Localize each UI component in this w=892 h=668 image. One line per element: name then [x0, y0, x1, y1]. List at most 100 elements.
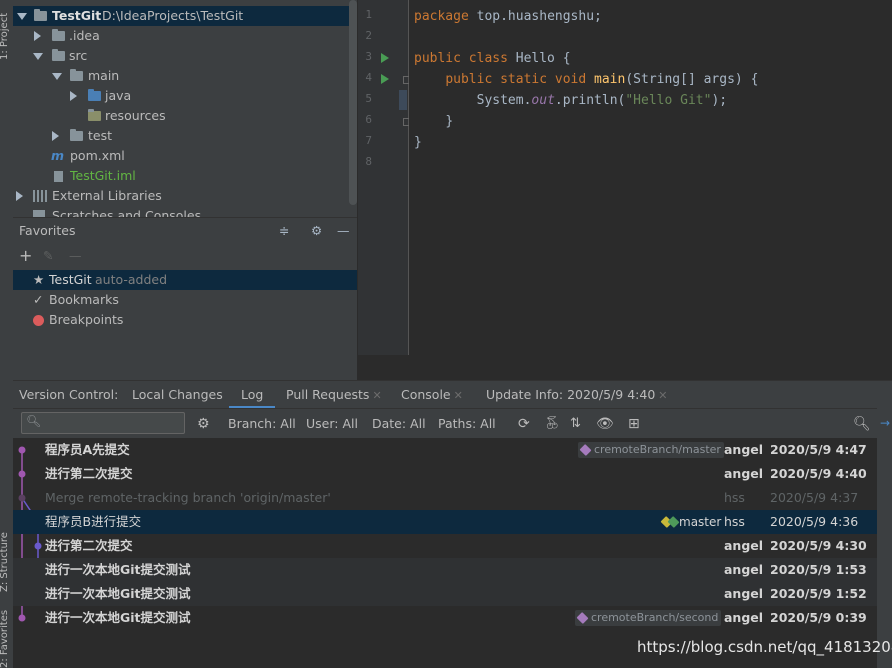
- date-filter[interactable]: Date: All: [372, 409, 426, 439]
- arrow-right-icon[interactable]: →: [880, 416, 890, 430]
- commit-date: 2020/5/9 4:37: [770, 490, 859, 505]
- line-number: 2: [365, 29, 372, 42]
- libraries-icon: [33, 190, 47, 202]
- code-text: Hello {: [507, 51, 571, 66]
- log-toolbar: 🔍︎ ⚙ Branch: All User: All Date: All Pat…: [13, 408, 877, 439]
- commit-row-selected[interactable]: 程序员B进行提交 master hss 2020/5/9 4:36: [13, 510, 877, 534]
- chevron-right-icon[interactable]: [34, 31, 41, 41]
- structure-tool-tab[interactable]: Z: Structure: [0, 520, 13, 592]
- code-keyword: public class: [414, 51, 508, 66]
- user-filter[interactable]: User: All: [306, 409, 358, 439]
- cherry-pick-icon[interactable]: 🍒︎: [544, 409, 561, 439]
- tree-item-pom[interactable]: m pom.xml: [13, 146, 357, 166]
- watermark: https://blog.csdn.net/qq_41813208: [637, 638, 892, 656]
- minimize-icon[interactable]: —: [337, 218, 350, 243]
- tree-item-label: resources: [105, 108, 166, 123]
- code-string: "Hello Git": [625, 93, 712, 108]
- commit-row[interactable]: 进行一次本地Git提交测试 angel 2020/5/9 1:52: [13, 582, 877, 606]
- line-number: 6: [365, 113, 372, 126]
- sort-icon[interactable]: ⇅: [570, 409, 581, 439]
- favorite-item-breakpoints[interactable]: Breakpoints: [13, 310, 357, 330]
- tab-local-changes[interactable]: Local Changes: [132, 381, 223, 409]
- tab-log[interactable]: Log: [229, 381, 276, 409]
- tree-item-root[interactable]: TestGit D:\IdeaProjects\TestGit: [13, 6, 357, 26]
- chevron-right-icon[interactable]: [16, 191, 23, 201]
- branch-filter[interactable]: Branch: All: [228, 409, 296, 439]
- code-editor[interactable]: package top.huashengshu; public class He…: [409, 0, 892, 355]
- favorites-header: Favorites ≑ ⚙ —: [13, 218, 357, 243]
- commit-row[interactable]: 进行一次本地Git提交测试 angel 2020/5/9 1:53: [13, 558, 877, 582]
- remove-icon[interactable]: —: [69, 246, 82, 266]
- graph-options-icon[interactable]: ⊞: [628, 409, 640, 439]
- line-number: 5: [365, 92, 372, 105]
- edit-icon[interactable]: ✎: [43, 246, 53, 266]
- commit-author: angel: [724, 610, 764, 625]
- chevron-right-icon[interactable]: [52, 131, 59, 141]
- commit-message: 进行第二次提交: [45, 466, 133, 481]
- search-input[interactable]: 🔍︎: [21, 412, 185, 434]
- tree-item-resources[interactable]: resources: [13, 106, 357, 126]
- favorites-title: Favorites: [19, 223, 76, 238]
- run-class-icon[interactable]: [381, 53, 389, 63]
- tree-item-label: .idea: [69, 28, 100, 43]
- branch-ref-label: cremoteBranch/second: [591, 611, 719, 624]
- add-icon[interactable]: +: [19, 246, 32, 266]
- commit-row[interactable]: Merge remote-tracking branch 'origin/mas…: [13, 486, 877, 510]
- favorites-tool-tab[interactable]: 2: Favorites: [0, 606, 13, 668]
- close-icon[interactable]: ✕: [454, 389, 463, 402]
- branch-ref-label: master: [679, 515, 722, 529]
- tree-item-iml[interactable]: TestGit.iml: [13, 166, 357, 186]
- project-tool-tab[interactable]: 1: Project: [0, 0, 13, 60]
- collapse-icon[interactable]: ≑: [279, 218, 289, 243]
- tab-label: Update Info: 2020/5/9 4:40: [486, 387, 656, 402]
- tree-item-idea[interactable]: .idea: [13, 26, 357, 46]
- code-keyword: public static void: [445, 72, 587, 87]
- branch-ref: cremoteBranch/master: [578, 442, 724, 458]
- tag-icon: [579, 443, 592, 457]
- tree-item-java[interactable]: java: [13, 86, 357, 106]
- chevron-down-icon[interactable]: [33, 53, 43, 60]
- gear-icon[interactable]: ⚙: [311, 218, 322, 243]
- editor-bottom-space: [358, 355, 892, 380]
- favorite-item-bookmarks[interactable]: ✓ Bookmarks: [13, 290, 357, 310]
- commit-row[interactable]: 程序员A先提交 cremoteBranch/master angel 2020/…: [13, 438, 877, 462]
- tree-item-main[interactable]: main: [13, 66, 357, 86]
- chevron-down-icon[interactable]: [17, 13, 27, 20]
- tag-icon: [576, 611, 589, 625]
- commit-row[interactable]: 进行一次本地Git提交测试 cremoteBranch/second angel…: [13, 606, 877, 630]
- code-text: System.: [476, 93, 532, 108]
- chevron-right-icon[interactable]: [70, 91, 77, 101]
- code-method: main: [594, 72, 626, 87]
- code-text: }: [414, 135, 422, 150]
- commit-row[interactable]: 进行第二次提交 angel 2020/5/9 4:30: [13, 534, 877, 558]
- tool-window-stripe: 1: Project Z: Structure 2: Favorites: [0, 0, 14, 668]
- tab-console[interactable]: Console ✕: [401, 381, 463, 409]
- chevron-down-icon[interactable]: [52, 73, 62, 80]
- check-icon: ✓: [33, 292, 44, 307]
- commit-author: hss: [724, 490, 745, 505]
- run-main-icon[interactable]: [381, 74, 389, 84]
- change-marker: [399, 90, 407, 110]
- refresh-icon[interactable]: ⟳: [518, 409, 530, 439]
- tab-update-info[interactable]: Update Info: 2020/5/9 4:40 ✕: [486, 381, 668, 409]
- paths-filter[interactable]: Paths: All: [438, 409, 496, 439]
- tree-item-external-libraries[interactable]: External Libraries: [13, 186, 357, 206]
- folder-icon: [52, 29, 65, 41]
- commit-row[interactable]: 进行第二次提交 angel 2020/5/9 4:40: [13, 462, 877, 486]
- close-icon[interactable]: ✕: [372, 389, 381, 402]
- tree-item-label: TestGit.iml: [70, 168, 136, 183]
- eye-icon[interactable]: 👁︎: [596, 409, 614, 439]
- commit-author: hss: [724, 514, 745, 529]
- tree-item-label: java: [105, 88, 132, 103]
- favorite-item-testgit[interactable]: ★ TestGit auto-added: [13, 270, 357, 290]
- tree-item-scratches[interactable]: Scratches and Consoles: [13, 206, 357, 217]
- project-scrollbar[interactable]: [349, 0, 357, 205]
- tree-item-src[interactable]: src: [13, 46, 357, 66]
- close-icon[interactable]: ✕: [658, 389, 667, 402]
- tree-item-test[interactable]: test: [13, 126, 357, 146]
- tree-item-label: TestGit: [52, 8, 102, 23]
- search-icon[interactable]: 🔍︎: [853, 409, 871, 439]
- tab-pull-requests[interactable]: Pull Requests ✕: [286, 381, 382, 409]
- module-folder-icon: [34, 9, 47, 21]
- gear-icon[interactable]: ⚙: [197, 409, 210, 439]
